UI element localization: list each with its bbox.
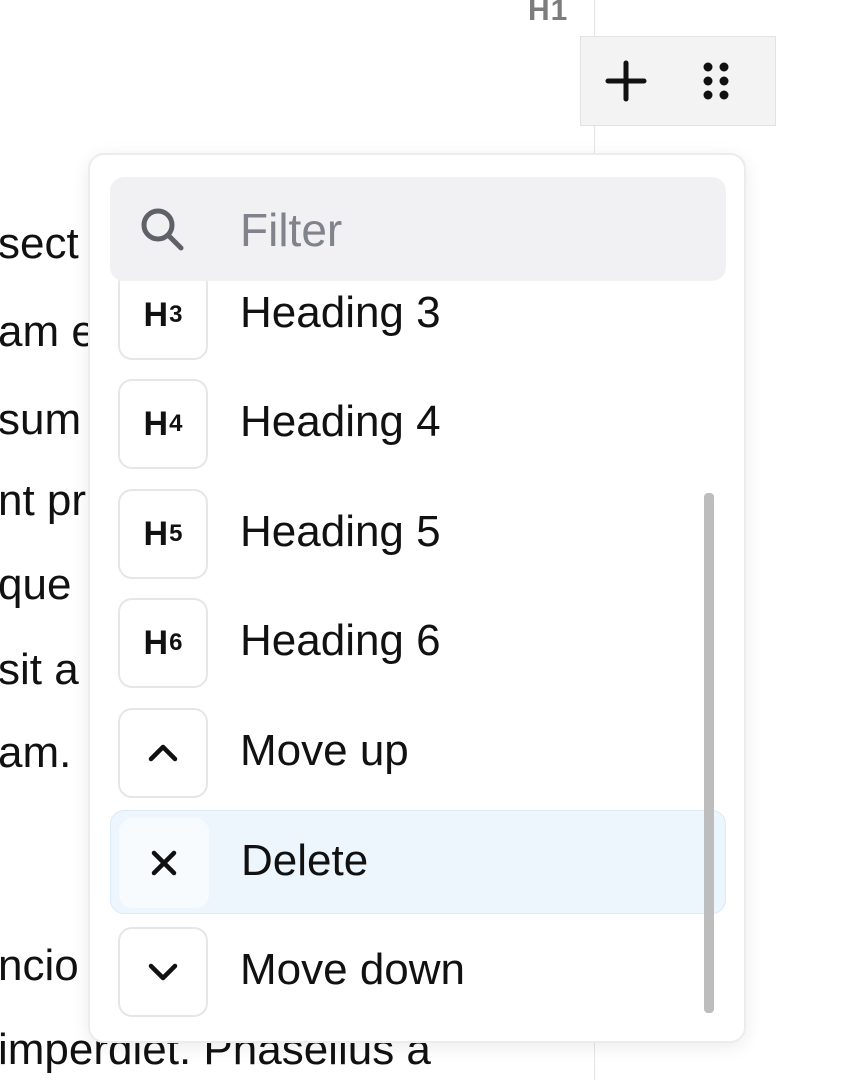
- chevron-down-icon: [118, 927, 208, 1017]
- block-toolbar: [580, 36, 776, 126]
- text-line: que: [0, 560, 72, 609]
- menu-item-label: Heading 5: [240, 507, 441, 556]
- block-actions-menu: H3 Heading 3 H4 Heading 4 H5 Heading 5 H…: [88, 153, 746, 1043]
- menu-item-heading-6[interactable]: H6 Heading 6: [110, 591, 726, 695]
- drag-handle-icon: [703, 62, 729, 100]
- menu-item-label: Delete: [241, 836, 369, 885]
- menu-item-move-down[interactable]: Move down: [110, 920, 726, 1024]
- menu-scrollbar[interactable]: [704, 493, 714, 1013]
- menu-item-label: Heading 3: [240, 288, 441, 337]
- heading-3-icon: H3: [118, 270, 208, 360]
- heading-4-icon: H4: [118, 379, 208, 469]
- add-block-button[interactable]: [581, 37, 671, 125]
- heading-level-badge: H1: [528, 0, 569, 27]
- text-line: sect: [0, 219, 79, 268]
- menu-item-move-up[interactable]: Move up: [110, 701, 726, 805]
- heading-5-icon: H5: [118, 489, 208, 579]
- search-icon: [141, 208, 184, 251]
- text-line: sit a: [0, 645, 79, 694]
- menu-item-label: Move up: [240, 726, 409, 775]
- text-line: am.: [0, 728, 72, 777]
- close-icon: [119, 818, 209, 908]
- text-line: nt pr: [0, 476, 87, 525]
- text-line: ncio: [0, 941, 79, 990]
- filter-input[interactable]: [238, 197, 702, 263]
- menu-item-delete[interactable]: Delete: [110, 810, 726, 914]
- text-line: am e: [0, 307, 96, 356]
- plus-icon: [605, 60, 647, 102]
- heading-6-icon: H6: [118, 598, 208, 688]
- menu-item-label: Heading 4: [240, 397, 441, 446]
- drag-handle-button[interactable]: [671, 37, 761, 125]
- menu-item-label: Move down: [240, 945, 466, 994]
- menu-item-heading-4[interactable]: H4 Heading 4: [110, 372, 726, 476]
- menu-item-label: Heading 6: [240, 616, 441, 665]
- text-line: sum: [0, 395, 82, 444]
- chevron-up-icon: [118, 708, 208, 798]
- menu-item-heading-5[interactable]: H5 Heading 5: [110, 482, 726, 586]
- filter-box[interactable]: [110, 177, 726, 281]
